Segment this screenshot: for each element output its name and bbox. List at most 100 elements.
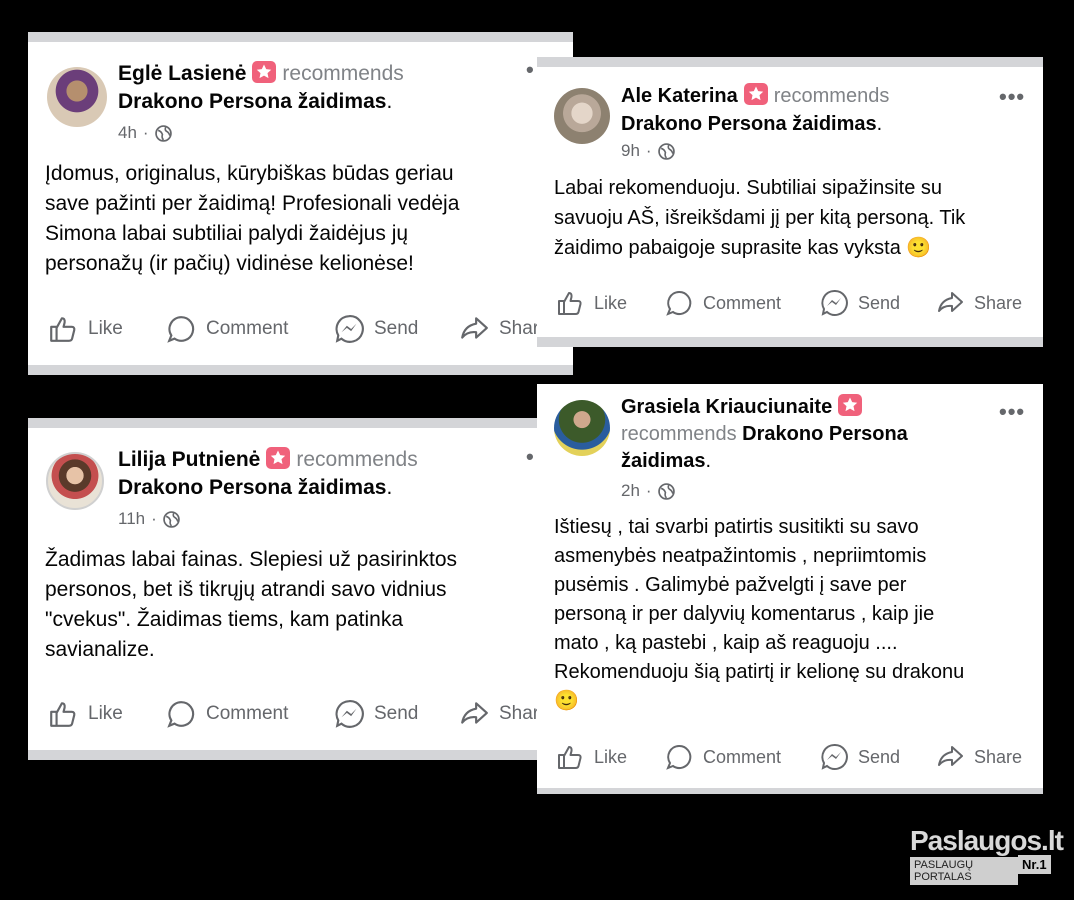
share-icon	[459, 699, 489, 729]
text-line: pusėmis . Galimybė pažvelgti į save per	[554, 574, 907, 596]
page-name[interactable]: Drakono Persona žaidimas	[118, 476, 386, 499]
share-label: Share	[974, 746, 1023, 767]
post-card: Lilija Putnienė recommends Drakono Person…	[28, 418, 540, 760]
post-meta: 4h ·	[118, 123, 172, 143]
timestamp[interactable]: 2h	[621, 481, 640, 501]
like-label: Like	[594, 292, 628, 313]
text-line: personažų (ir pačių) vidinėse kelionėse!	[45, 252, 414, 275]
text-line: "cvekus". Žaidimas tiems, kam patinka	[45, 608, 404, 631]
globe-icon	[658, 143, 675, 160]
card-border	[28, 750, 540, 760]
more-options-icon[interactable]: •	[526, 444, 535, 470]
comment-button[interactable]: Comment	[665, 289, 781, 317]
text-line: savuoju AŠ, išreikšdami jį per kitą pers…	[554, 207, 966, 229]
timestamp[interactable]: 4h	[118, 123, 137, 143]
share-button[interactable]: Shar	[459, 699, 539, 729]
recommends-label: recommends	[296, 448, 418, 471]
send-button[interactable]: Send	[334, 314, 418, 344]
send-button[interactable]: Send	[820, 289, 900, 317]
card-border	[28, 32, 573, 42]
send-label: Send	[374, 318, 419, 339]
post-header: Grasiela Kriauciunaite recommends Drakon…	[621, 394, 908, 472]
page-name[interactable]: Drakono Persona	[742, 423, 908, 445]
author-name[interactable]: Grasiela Kriauciunaite	[621, 396, 832, 418]
author-name[interactable]: Lilija Putnienė	[118, 448, 260, 471]
action-bar: Like Comment Send Share	[537, 740, 1043, 774]
text-line: mato , ką pastebi , kaip aš reaguoju ...…	[554, 632, 898, 654]
text-line: personos, bet iš tikrųjų atrandi savo vi…	[45, 578, 447, 601]
send-label: Send	[858, 292, 901, 313]
author-name[interactable]: Eglė Lasienė	[118, 62, 246, 85]
paslaugos-logo: Paslaugos.lt PASLAUGŲ PORTALAS Nr.1	[910, 825, 1064, 885]
share-button[interactable]: Share	[936, 289, 1022, 317]
recommend-star-icon	[266, 447, 291, 469]
card-border	[28, 365, 573, 375]
post-meta: 11h ·	[118, 509, 180, 529]
comment-icon	[166, 314, 196, 344]
send-button[interactable]: Send	[334, 699, 418, 729]
comment-button[interactable]: Comment	[665, 743, 781, 771]
send-label: Send	[374, 703, 419, 724]
like-button[interactable]: Like	[556, 743, 627, 771]
like-button[interactable]: Like	[556, 289, 627, 317]
like-button[interactable]: Like	[48, 699, 123, 729]
logo-tagline: PASLAUGŲ PORTALAS	[910, 857, 1018, 885]
globe-icon	[658, 483, 675, 500]
share-icon	[936, 289, 964, 317]
post-text: Įdomus, originalus, kūrybiškas būdas ger…	[45, 159, 565, 279]
like-label: Like	[594, 746, 628, 767]
messenger-icon	[334, 699, 364, 729]
text-line: Ištiesų , tai svarbi patirtis susitikti …	[554, 516, 919, 538]
share-button[interactable]: Shar	[459, 314, 539, 344]
text-line: save pažinti per žaidimą! Profesionali v…	[45, 192, 460, 215]
comment-icon	[166, 699, 196, 729]
text-line: asmenybės neatpažintomis , nepriimtomis	[554, 545, 927, 567]
post-meta: 9h ·	[621, 141, 675, 161]
comment-icon	[665, 743, 693, 771]
messenger-icon	[820, 743, 848, 771]
comment-button[interactable]: Comment	[166, 314, 288, 344]
globe-icon	[155, 125, 172, 142]
share-button[interactable]: Share	[936, 743, 1022, 771]
logo-brand: Paslaugos.lt	[910, 825, 1064, 856]
messenger-icon	[334, 314, 364, 344]
avatar[interactable]	[46, 452, 104, 510]
more-options-icon[interactable]: •	[526, 57, 535, 83]
recommends-label: recommends	[773, 85, 890, 107]
comment-label: Comment	[703, 292, 782, 313]
text-line: Rekomenduoju šią patirtį ir kelionę su d…	[554, 661, 965, 683]
author-name[interactable]: Ale Katerina	[621, 85, 738, 107]
send-button[interactable]: Send	[820, 743, 900, 771]
post-meta: 2h ·	[621, 481, 675, 501]
recommend-star-icon	[252, 61, 277, 83]
recommends-label: recommends	[621, 423, 737, 445]
text-line: savianalize.	[45, 638, 155, 661]
post-card: Ale Katerina recommends Drakono Persona ž…	[537, 57, 1043, 347]
action-bar: Like Comment Send Share	[537, 286, 1043, 320]
comment-button[interactable]: Comment	[166, 699, 288, 729]
post-card: Eglė Lasienė recommends Drakono Persona ž…	[28, 32, 573, 375]
page-name[interactable]: Drakono Persona žaidimas	[621, 113, 877, 135]
like-icon	[48, 699, 78, 729]
like-label: Like	[88, 703, 123, 724]
avatar[interactable]	[47, 67, 107, 127]
page-name-continued[interactable]: žaidimas	[621, 450, 705, 472]
post-header: Ale Katerina recommends Drakono Persona ž…	[621, 83, 890, 135]
avatar[interactable]	[554, 88, 610, 144]
post-text: Žadimas labai fainas. Slepiesi už pasiri…	[45, 545, 540, 665]
avatar[interactable]	[554, 400, 610, 456]
more-options-icon[interactable]: •••	[999, 84, 1025, 110]
page-name[interactable]: Drakono Persona žaidimas	[118, 90, 386, 113]
comment-icon	[665, 289, 693, 317]
more-options-icon[interactable]: •••	[999, 399, 1025, 425]
like-button[interactable]: Like	[48, 314, 123, 344]
text-line: Įdomus, originalus, kūrybiškas būdas ger…	[45, 162, 454, 185]
timestamp[interactable]: 9h	[621, 141, 640, 161]
logo-rank: Nr.1	[1018, 855, 1051, 874]
share-icon	[459, 314, 489, 344]
timestamp[interactable]: 11h	[118, 509, 145, 529]
card-border	[537, 337, 1043, 347]
post-text: Labai rekomenduoju. Subtiliai sipažinsit…	[554, 173, 1034, 263]
action-bar: Like Comment Send Shar	[28, 312, 573, 346]
recommend-star-icon	[838, 394, 863, 416]
